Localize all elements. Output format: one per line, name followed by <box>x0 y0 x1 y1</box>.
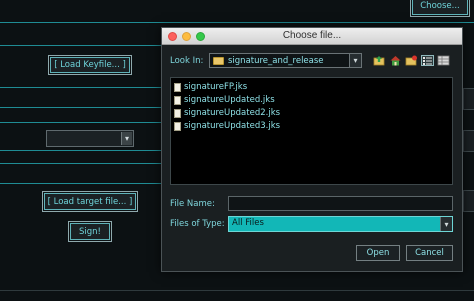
files-of-type-label: Files of Type: <box>170 219 225 229</box>
file-name: signatureUpdated3.jks <box>184 121 281 131</box>
separator-line <box>0 183 162 184</box>
chevron-down-icon: ▾ <box>440 217 452 231</box>
file-chooser-dialog: Choose file... Look In: signature_and_re… <box>161 27 463 272</box>
background-dropdown[interactable]: ▾ <box>46 130 134 147</box>
details-view-icon[interactable] <box>437 55 450 66</box>
list-item[interactable]: signatureUpdated.jks <box>174 94 275 106</box>
list-item[interactable]: signatureUpdated3.jks <box>174 120 280 132</box>
file-icon <box>174 95 181 105</box>
home-icon[interactable] <box>389 55 402 66</box>
look-in-dropdown[interactable]: signature_and_release ▾ <box>209 53 362 68</box>
file-name: signatureUpdated2.jks <box>184 108 281 118</box>
chevron-down-icon: ▾ <box>121 132 132 145</box>
separator-line <box>0 150 162 151</box>
dialog-titlebar[interactable]: Choose file... <box>162 28 462 45</box>
background-field-edge <box>463 88 474 110</box>
file-name-label: File Name: <box>170 199 215 209</box>
file-icon <box>174 82 181 92</box>
choose-button[interactable]: Choose... <box>412 0 468 15</box>
dialog-title: Choose file... <box>282 30 342 41</box>
files-of-type-dropdown[interactable]: All Files ▾ <box>228 216 453 232</box>
files-of-type-value: All Files <box>232 218 264 228</box>
file-icon <box>174 108 181 118</box>
look-in-value: signature_and_release <box>228 56 324 66</box>
background-field-edge <box>463 130 474 152</box>
list-item[interactable]: signatureUpdated2.jks <box>174 107 280 119</box>
separator-line <box>0 122 162 123</box>
separator-line <box>0 290 474 291</box>
background-field-edge <box>463 190 474 212</box>
separator-line <box>0 45 162 46</box>
separator-line <box>0 163 162 164</box>
list-view-icon[interactable] <box>421 55 434 66</box>
open-button[interactable]: Open <box>356 245 400 261</box>
chevron-down-icon: ▾ <box>349 54 361 67</box>
file-list[interactable]: signatureFP.jks signatureUpdated.jks sig… <box>170 77 453 185</box>
folder-icon <box>213 57 224 65</box>
load-target-file-button[interactable]: [ Load target file... ] <box>44 193 136 210</box>
separator-line <box>0 107 162 108</box>
up-one-level-icon[interactable] <box>373 55 386 66</box>
load-keyfile-button[interactable]: [ Load Keyfile... ] <box>50 57 130 73</box>
separator-line <box>0 22 474 23</box>
cancel-button[interactable]: Cancel <box>406 245 453 261</box>
separator-line <box>0 87 162 88</box>
file-icon <box>174 121 181 131</box>
file-name: signatureUpdated.jks <box>184 95 275 105</box>
file-name: signatureFP.jks <box>184 82 248 92</box>
sign-button[interactable]: Sign! <box>70 223 110 240</box>
file-name-field[interactable] <box>228 196 453 211</box>
new-folder-icon[interactable] <box>405 55 418 66</box>
look-in-label: Look In: <box>170 56 204 66</box>
list-item[interactable]: signatureFP.jks <box>174 81 247 93</box>
